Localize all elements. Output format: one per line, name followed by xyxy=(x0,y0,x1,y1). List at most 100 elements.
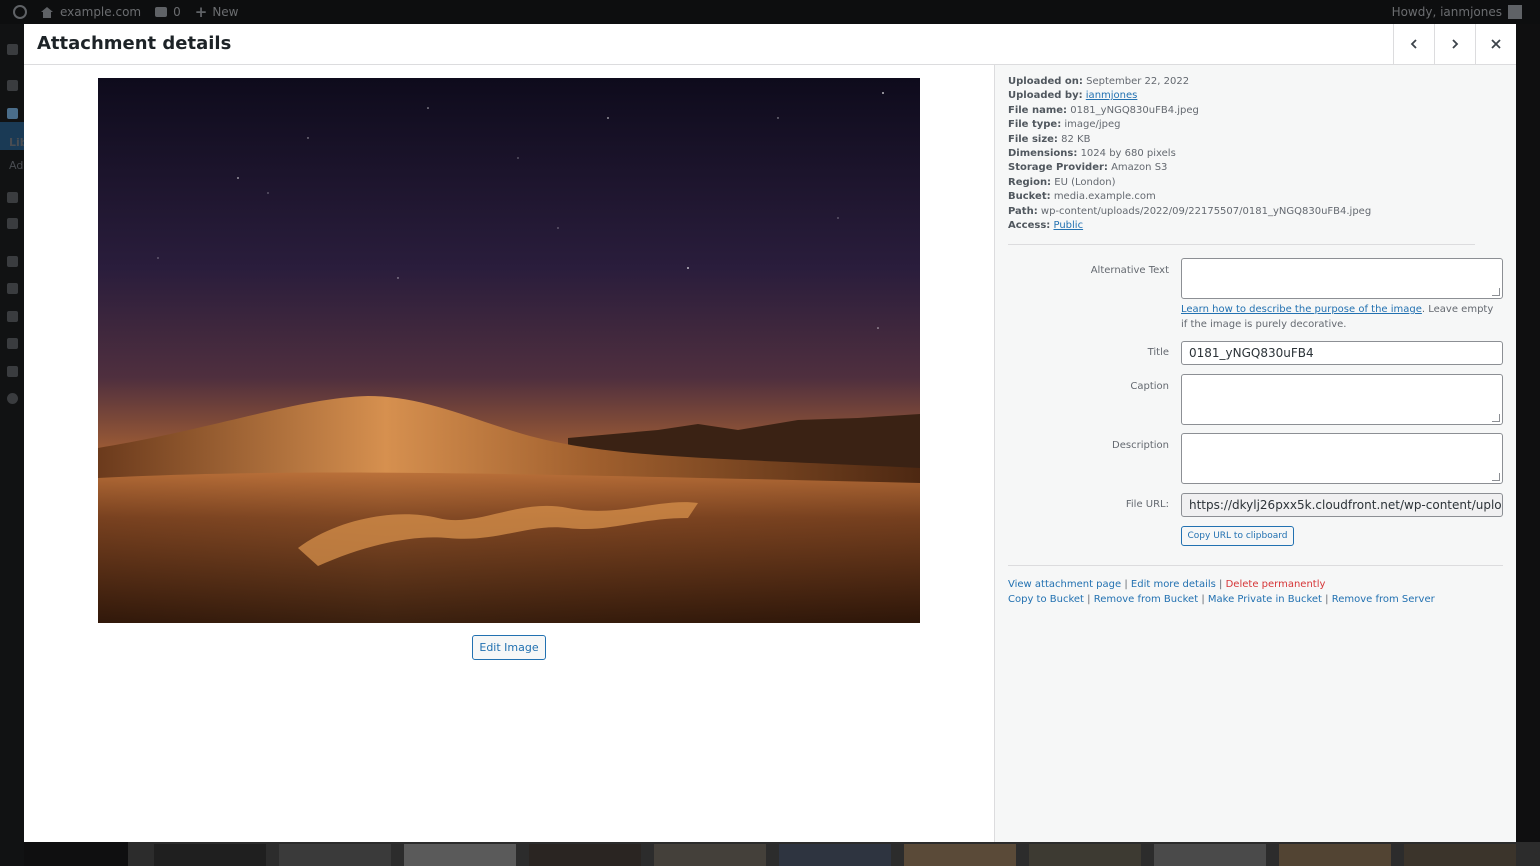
thumbnail[interactable] xyxy=(404,844,516,866)
pin-icon[interactable] xyxy=(7,80,18,91)
file-url-label: File URL: xyxy=(1125,499,1169,510)
file-name-value: 0181_yNGQ830uFB4.jpeg xyxy=(1070,104,1199,116)
uploaded-on-label: Uploaded on: xyxy=(1008,76,1083,87)
thumbnail[interactable] xyxy=(154,844,266,866)
file-name-label: File name: xyxy=(1008,104,1068,116)
tools-icon[interactable] xyxy=(7,338,18,349)
collapse-menu-icon[interactable] xyxy=(7,393,18,404)
thumbnail[interactable] xyxy=(904,844,1016,866)
comments-icon[interactable] xyxy=(7,218,18,229)
file-size-value: 82 KB xyxy=(1061,133,1091,145)
thumbnail[interactable] xyxy=(1029,844,1141,866)
access-label: Access: xyxy=(1008,220,1051,232)
file-size-label: File size: xyxy=(1008,133,1058,145)
make-private-link[interactable]: Make Private in Bucket xyxy=(1208,594,1322,605)
comments-link[interactable]: 0 xyxy=(148,0,188,24)
thumbnail[interactable] xyxy=(1154,844,1266,866)
resize-grip-icon[interactable] xyxy=(1492,414,1500,422)
separator: | xyxy=(1219,579,1223,590)
file-url-input[interactable]: https://dkylj26pxx5k.cloudfront.net/wp-c… xyxy=(1181,493,1503,517)
my-account-link[interactable]: Howdy, ianmjones xyxy=(1392,0,1522,24)
resize-grip-icon[interactable] xyxy=(1492,473,1500,481)
region-value: EU (London) xyxy=(1054,176,1116,188)
alt-text-help-link[interactable]: Learn how to describe the purpose of the… xyxy=(1181,304,1422,315)
remove-from-server-link[interactable]: Remove from Server xyxy=(1332,594,1435,605)
caption-textarea[interactable] xyxy=(1181,374,1503,425)
uploaded-by-label: Uploaded by: xyxy=(1008,90,1083,102)
bucket-label: Bucket: xyxy=(1008,191,1051,203)
previous-button[interactable] xyxy=(1393,24,1434,64)
thumbnail[interactable] xyxy=(1404,844,1516,866)
media-grid-background xyxy=(128,842,1540,866)
separator: | xyxy=(1201,593,1205,605)
site-name-link[interactable]: example.com xyxy=(34,0,148,24)
storage-provider-row: Storage Provider: Amazon S3 xyxy=(1008,161,1498,175)
close-button[interactable] xyxy=(1475,24,1516,64)
uploaded-on-value: September 22, 2022 xyxy=(1086,76,1190,87)
comments-count: 0 xyxy=(173,5,181,19)
bucket-row: Bucket: media.example.com xyxy=(1008,190,1498,204)
uploaded-by-link[interactable]: ianmjones xyxy=(1086,90,1138,101)
copy-url-button[interactable]: Copy URL to clipboard xyxy=(1181,526,1294,546)
access-row: Access: Public xyxy=(1008,219,1498,233)
edit-more-details-link[interactable]: Edit more details xyxy=(1131,579,1216,590)
attachment-info-sidebar: Uploaded on: September 22, 2022 Uploaded… xyxy=(994,65,1516,842)
attachment-image xyxy=(98,78,920,623)
attachment-details-modal: Attachment details Edit Image Uploaded o… xyxy=(24,24,1516,842)
path-value: wp-content/uploads/2022/09/22175507/0181… xyxy=(1040,205,1372,217)
file-type-row: File type: image/jpeg xyxy=(1008,118,1498,132)
pages-icon[interactable] xyxy=(7,192,18,203)
path-label: Path: xyxy=(1008,205,1038,217)
dashboard-icon[interactable] xyxy=(7,44,18,55)
site-name: example.com xyxy=(60,5,142,19)
next-button[interactable] xyxy=(1434,24,1475,64)
view-attachment-link[interactable]: View attachment page xyxy=(1008,579,1121,590)
thumbnail[interactable] xyxy=(279,844,391,866)
thumbnail[interactable] xyxy=(1279,844,1391,866)
comment-bubble-icon xyxy=(155,7,168,17)
chevron-left-icon xyxy=(1410,39,1417,49)
submenu-add-new[interactable]: Ad xyxy=(9,159,23,172)
dimensions-row: Dimensions: 1024 by 680 pixels xyxy=(1008,147,1498,161)
file-size-row: File size: 82 KB xyxy=(1008,133,1498,147)
dimensions-label: Dimensions: xyxy=(1008,148,1078,160)
access-link[interactable]: Public xyxy=(1053,220,1083,231)
region-label: Region: xyxy=(1008,176,1052,188)
copy-to-bucket-link[interactable]: Copy to Bucket xyxy=(1008,594,1084,605)
home-icon xyxy=(41,6,53,18)
divider xyxy=(1008,565,1503,566)
delete-permanently-link[interactable]: Delete permanently xyxy=(1226,579,1326,590)
actions-row-1: View attachment page | Edit more details… xyxy=(1008,578,1435,593)
users-icon[interactable] xyxy=(7,311,18,322)
divider xyxy=(1008,244,1475,245)
separator: | xyxy=(1087,593,1091,605)
uploaded-by-row: Uploaded by: ianmjones xyxy=(1008,89,1498,103)
settings-icon[interactable] xyxy=(7,366,18,377)
close-icon xyxy=(1491,39,1501,49)
thumbnail[interactable] xyxy=(654,844,766,866)
alt-text-label: Alternative Text xyxy=(1090,265,1169,276)
new-content-link[interactable]: + New xyxy=(188,0,246,24)
title-input[interactable]: 0181_yNGQ830uFB4 xyxy=(1181,341,1503,365)
greeting-text: Howdy, ianmjones xyxy=(1391,5,1502,19)
storage-provider-value: Amazon S3 xyxy=(1111,162,1168,174)
chevron-right-icon xyxy=(1452,39,1459,49)
resize-grip-icon[interactable] xyxy=(1492,288,1500,296)
alt-text-textarea[interactable] xyxy=(1181,258,1503,299)
appearance-icon[interactable] xyxy=(7,256,18,267)
wordpress-logo-icon[interactable] xyxy=(0,0,34,24)
dimensions-value: 1024 by 680 pixels xyxy=(1080,148,1176,160)
bucket-value: media.example.com xyxy=(1053,191,1156,203)
thumbnail[interactable] xyxy=(529,844,641,866)
description-textarea[interactable] xyxy=(1181,433,1503,484)
plugins-icon[interactable] xyxy=(7,283,18,294)
title-label: Title xyxy=(1147,347,1169,358)
edit-image-button[interactable]: Edit Image xyxy=(472,635,546,660)
avatar xyxy=(1508,5,1522,19)
file-type-label: File type: xyxy=(1008,119,1062,131)
new-label: New xyxy=(212,5,239,19)
media-icon[interactable] xyxy=(7,108,18,119)
alt-text-help: Learn how to describe the purpose of the… xyxy=(1181,303,1501,332)
thumbnail[interactable] xyxy=(779,844,891,866)
remove-from-bucket-link[interactable]: Remove from Bucket xyxy=(1094,594,1198,605)
